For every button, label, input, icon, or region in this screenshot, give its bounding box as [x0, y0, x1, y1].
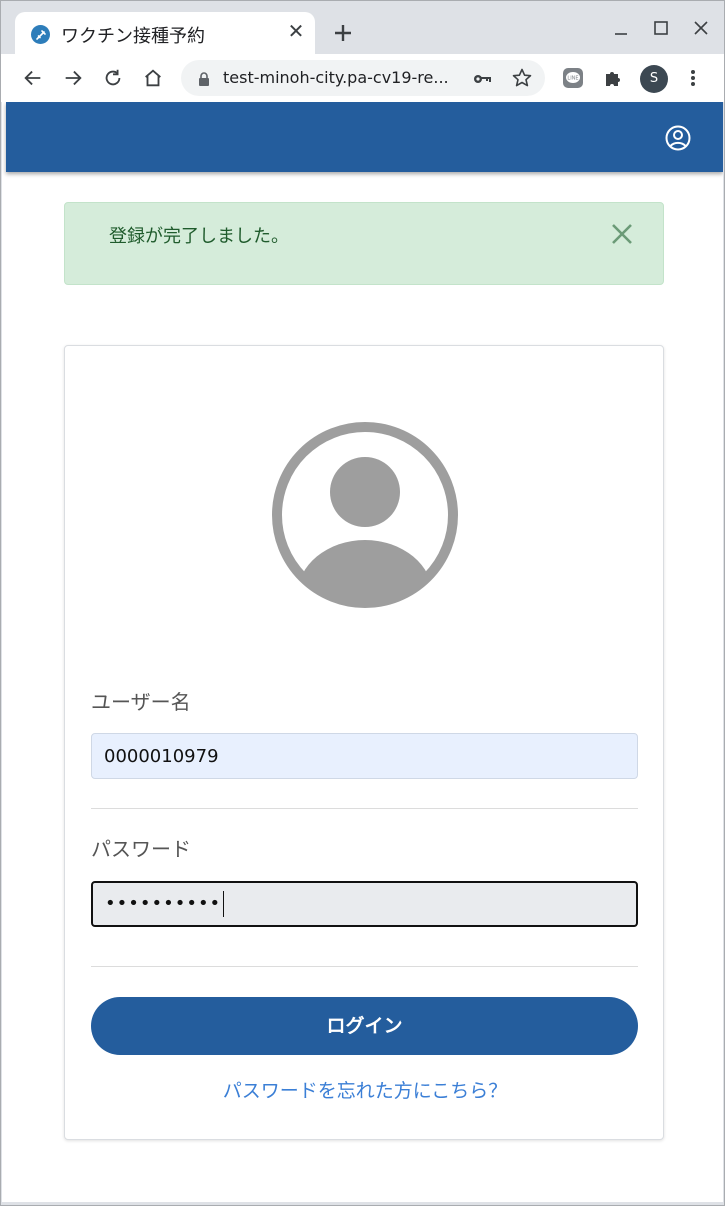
browser-tab[interactable]: ワクチン接種予約 ✕ — [15, 12, 315, 54]
tab-close-icon[interactable]: ✕ — [285, 20, 307, 42]
key-icon[interactable] — [471, 68, 493, 90]
maximize-icon[interactable] — [648, 15, 674, 41]
extensions-puzzle-icon[interactable] — [600, 65, 626, 91]
bookmark-star-icon[interactable] — [511, 67, 533, 89]
browser-menu-icon[interactable] — [680, 65, 706, 91]
reload-icon[interactable] — [100, 65, 126, 91]
tab-title: ワクチン接種予約 — [61, 26, 205, 47]
account-circle-icon[interactable] — [665, 125, 691, 151]
forgot-password-link[interactable]: パスワードを忘れた方にこちら？ — [65, 1076, 665, 1103]
password-input[interactable]: •••••••••• — [91, 881, 638, 927]
minimize-icon[interactable] — [608, 15, 634, 41]
window-close-icon[interactable] — [688, 15, 714, 41]
home-icon[interactable] — [140, 65, 166, 91]
divider — [91, 966, 638, 967]
username-value: 0000010979 — [104, 746, 219, 767]
login-card: ユーザー名 0000010979 パスワード •••••••••• ログイン パ… — [64, 345, 664, 1140]
forward-icon[interactable] — [60, 65, 86, 91]
password-value: •••••••••• — [105, 893, 222, 914]
browser-toolbar: test-minoh-city.pa-cv19-re... LINE — [1, 54, 724, 102]
url-text: test-minoh-city.pa-cv19-re... — [223, 68, 449, 87]
address-bar[interactable]: test-minoh-city.pa-cv19-re... — [181, 60, 545, 96]
profile-avatar[interactable]: S — [640, 65, 668, 93]
lock-icon — [197, 71, 211, 86]
browser-window: ワクチン接種予約 ✕ test-minoh-city.pa-cv19-re...… — [0, 0, 725, 1206]
close-icon[interactable] — [610, 222, 634, 246]
password-label: パスワード — [91, 837, 191, 861]
syringe-icon — [31, 25, 50, 44]
login-button[interactable]: ログイン — [91, 997, 638, 1055]
username-input[interactable]: 0000010979 — [91, 733, 638, 779]
text-caret — [223, 891, 225, 917]
username-label: ユーザー名 — [91, 690, 191, 714]
alert-message: 登録が完了しました。 — [109, 226, 289, 247]
back-icon[interactable] — [20, 65, 46, 91]
success-alert: 登録が完了しました。 — [64, 202, 664, 285]
tab-strip: ワクチン接種予約 ✕ — [1, 1, 724, 54]
line-extension-icon[interactable]: LINE — [560, 65, 586, 91]
page-content: 登録が完了しました。 ユーザー名 0000010979 パスワード ••••••… — [2, 102, 723, 1202]
user-avatar-icon — [270, 420, 460, 610]
app-header — [6, 102, 723, 172]
new-tab-icon[interactable] — [329, 19, 357, 47]
divider — [91, 808, 638, 809]
svg-text:LINE: LINE — [567, 76, 578, 82]
